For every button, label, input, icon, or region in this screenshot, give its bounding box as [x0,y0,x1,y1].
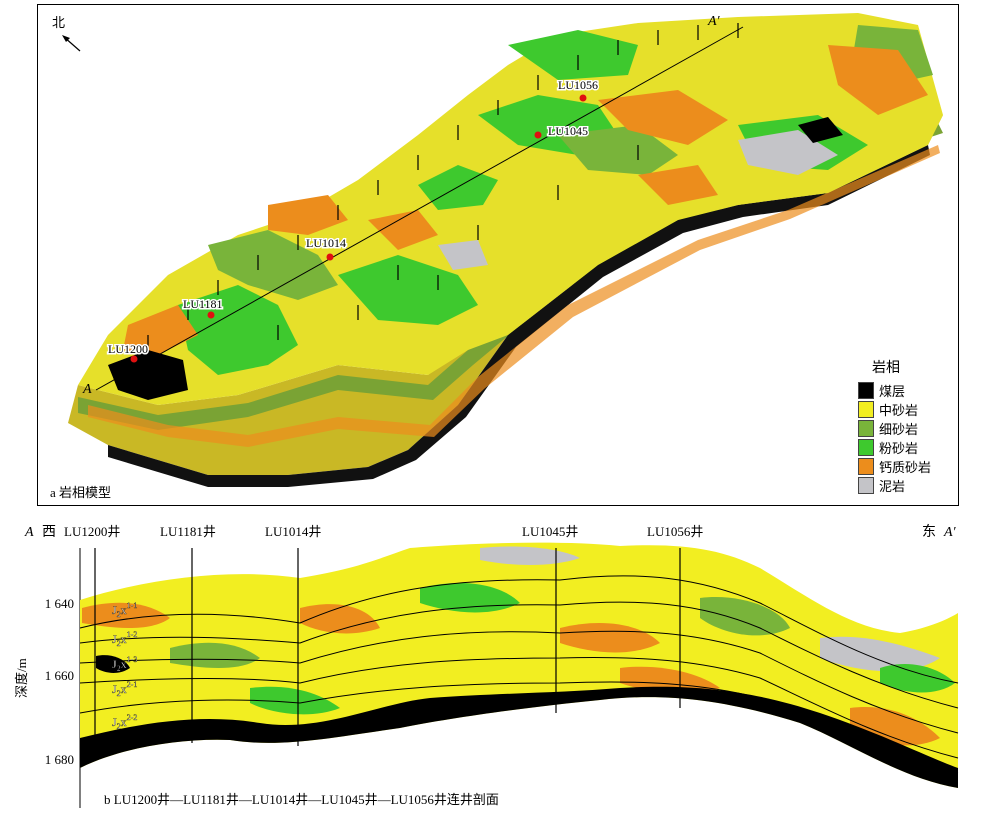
legend-label: 煤层 [879,384,906,399]
panel-b-caption: b LU1200井—LU1181井—LU1014井—LU1045井—LU1056… [104,792,499,807]
section-start-label-b: A [24,525,34,540]
north-label: 北 [52,15,65,30]
well-marker-lu1200 [130,355,138,363]
well-header-lu1056: LU1056井 [647,524,703,539]
legend-swatch [858,382,874,399]
well-header-lu1045: LU1045井 [522,524,578,539]
y-axis-label: 深度/m [14,658,29,698]
well-marker-lu1056 [579,94,587,102]
legend-item-calcareous-sandstone: 钙质砂岩 [858,457,942,476]
legend: 岩相 煤层 中砂岩 细砂岩 粉砂岩 钙质砂岩 泥岩 [858,357,942,495]
legend-item-coal: 煤层 [858,381,942,400]
lithofacies-model-panel: LU1200 LU1181 LU1014 LU1045 LU1056 A A′ … [37,4,959,506]
legend-label: 粉砂岩 [879,441,919,456]
y-tick-1660: 1 660 [45,668,74,683]
well-header-lu1181: LU1181井 [160,524,216,539]
well-label-lu1056: LU1056 [558,78,598,92]
legend-label: 钙质砂岩 [879,460,932,475]
legend-swatch [858,439,874,456]
section-start-label: A [82,382,92,397]
legend-swatch [858,401,874,418]
panel-a-caption: a 岩相模型 [50,485,112,500]
legend-label: 中砂岩 [879,403,919,418]
well-label-lu1045: LU1045 [548,124,588,138]
legend-item-siltstone: 粉砂岩 [858,438,942,457]
legend-label: 泥岩 [879,479,906,494]
cross-section-panel: A 西 东 A′ LU1200井 LU1181井 LU1014井 LU1045井… [0,508,1000,823]
legend-item-mudstone: 泥岩 [858,476,942,495]
section-end-label-b: A′ [943,525,957,540]
legend-item-medium-sandstone: 中砂岩 [858,400,942,419]
cross-section-drawing: A 西 东 A′ LU1200井 LU1181井 LU1014井 LU1045井… [14,524,959,808]
well-header-lu1200: LU1200井 [64,524,120,539]
legend-swatch [858,477,874,494]
section-end-label: A′ [707,14,721,29]
legend-swatch [858,420,874,437]
well-label-lu1014: LU1014 [306,236,346,250]
well-marker-lu1181 [207,311,215,319]
well-marker-lu1014 [326,253,334,261]
y-tick-1680: 1 680 [45,752,74,767]
y-tick-1640: 1 640 [45,596,74,611]
well-label-lu1181: LU1181 [183,297,223,311]
lithofacies-model-drawing: LU1200 LU1181 LU1014 LU1045 LU1056 A A′ … [52,13,943,487]
legend-title: 岩相 [872,361,900,376]
well-label-lu1200: LU1200 [108,342,148,356]
well-header-lu1014: LU1014井 [265,524,321,539]
well-marker-lu1045 [534,131,542,139]
west-label: 西 [42,525,56,540]
legend-swatch [858,458,874,475]
legend-item-fine-sandstone: 细砂岩 [858,419,942,438]
legend-label: 细砂岩 [879,422,919,437]
east-label: 东 [922,524,936,540]
